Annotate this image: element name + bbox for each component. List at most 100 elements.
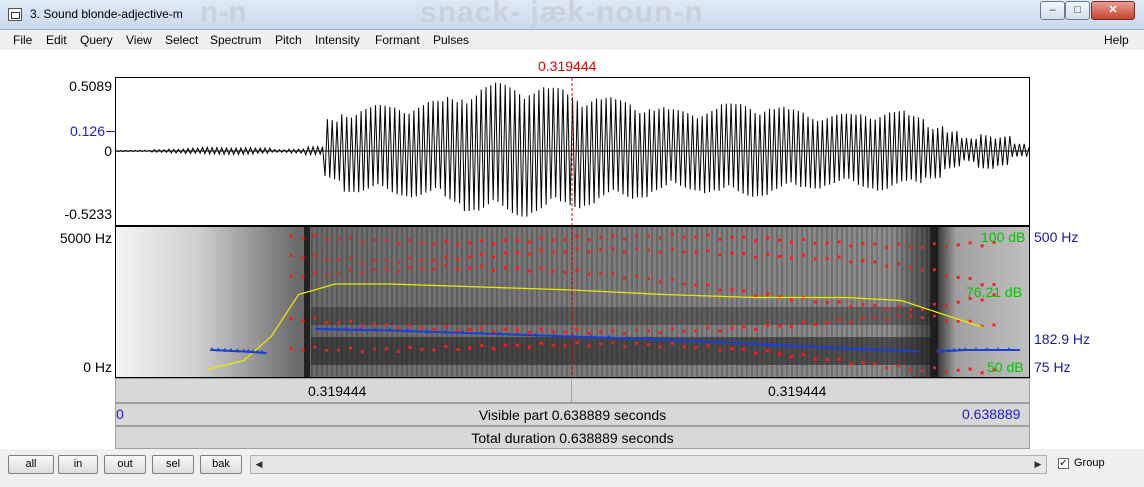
menu-pulses[interactable]: Pulses	[433, 33, 469, 47]
formant-dot	[456, 348, 460, 351]
menu-select[interactable]: Select	[165, 33, 198, 47]
formant-dot	[897, 313, 901, 317]
formant-dot	[289, 317, 293, 320]
spectrogram-low-formant-band	[311, 337, 931, 365]
formant-dot	[503, 251, 507, 255]
scroll-left-arrow-icon[interactable]: ◀	[251, 456, 267, 473]
formant-dot	[444, 255, 448, 259]
formant-dot	[396, 242, 400, 245]
formant-dot	[754, 351, 758, 355]
waveform-plot	[116, 78, 1029, 225]
formant-dot	[766, 323, 770, 327]
formant-dot	[789, 240, 793, 244]
waveform-panel[interactable]	[115, 77, 1030, 226]
waveform-y-max: 0.5089	[69, 78, 112, 94]
formant-dot	[575, 328, 579, 331]
formant-dot	[551, 238, 555, 242]
formant-dot	[587, 344, 591, 348]
formant-dot	[909, 265, 913, 269]
background-window-title: n-n	[200, 0, 247, 29]
formant-dot	[337, 271, 341, 275]
scroll-right-arrow-icon[interactable]: ▶	[1030, 456, 1046, 473]
formant-dot	[432, 258, 436, 262]
visible-part-bar[interactable]: Visible part 0.638889 seconds	[115, 403, 1030, 426]
formant-dot	[301, 236, 305, 240]
formant-dot	[599, 235, 603, 239]
zoom-back-button[interactable]: bak	[200, 455, 242, 474]
menu-help[interactable]: Help	[1104, 33, 1129, 47]
maximize-button[interactable]: □	[1065, 1, 1090, 20]
formant-dot	[456, 267, 460, 271]
total-duration-bar[interactable]: Total duration 0.638889 seconds	[115, 426, 1030, 449]
formant-dot	[956, 275, 960, 279]
formant-dot	[492, 268, 495, 272]
formant-dot	[861, 259, 865, 262]
formant-dot	[349, 268, 352, 272]
formant-dot	[956, 243, 960, 247]
formant-dot	[801, 353, 805, 356]
zoom-out-button[interactable]: out	[104, 455, 146, 474]
formant-dot	[944, 319, 948, 323]
formant-dot	[694, 235, 698, 239]
spectrogram-panel[interactable]	[115, 226, 1030, 378]
formant-dot	[599, 330, 603, 334]
minimize-button[interactable]: –	[1040, 1, 1065, 20]
group-checkbox[interactable]: ✓	[1058, 458, 1069, 469]
formant-dot	[456, 329, 460, 333]
formant-dot	[611, 271, 615, 275]
formant-dot	[837, 357, 841, 361]
formant-dot	[635, 274, 638, 278]
formant-dot	[646, 329, 650, 333]
formant-dot	[289, 234, 293, 238]
formant-dot	[968, 241, 972, 245]
menu-formant[interactable]: Formant	[375, 33, 420, 47]
menu-file[interactable]: File	[13, 33, 32, 47]
menu-spectrum[interactable]: Spectrum	[210, 33, 261, 47]
formant-dot	[861, 303, 865, 307]
formant-dot	[646, 234, 650, 238]
formant-dot	[873, 316, 877, 320]
formant-dot	[646, 277, 650, 280]
formant-dot	[551, 269, 555, 273]
formant-dot	[289, 347, 293, 350]
formant-dot	[778, 254, 781, 258]
selection-bar-left[interactable]: 0.319444	[115, 378, 572, 403]
close-button[interactable]: ✕	[1091, 1, 1135, 20]
formant-dot	[325, 273, 329, 277]
selection-bar-right[interactable]: 0.319444	[571, 378, 1030, 403]
formant-dot	[897, 242, 901, 246]
formant-dot	[444, 264, 448, 268]
formant-dot	[444, 345, 448, 348]
formant-dot	[503, 327, 507, 331]
zoom-in-button[interactable]: in	[58, 455, 98, 474]
formant-dot	[337, 321, 341, 325]
menu-query[interactable]: Query	[80, 33, 113, 47]
formant-dot	[944, 245, 948, 249]
menu-edit[interactable]: Edit	[46, 33, 67, 47]
menu-pitch[interactable]: Pitch	[275, 33, 302, 47]
formant-dot	[921, 369, 924, 373]
formant-dot	[313, 345, 317, 349]
waveform-y-mark: 0.126	[69, 123, 105, 139]
formant-dot	[849, 362, 853, 366]
formant-dot	[885, 264, 889, 268]
formant-dot	[361, 271, 364, 275]
menu-view[interactable]: View	[126, 33, 152, 47]
visible-start-time: 0	[116, 406, 124, 422]
formant-dot	[563, 330, 567, 334]
selection-right-time: 0.319444	[768, 383, 827, 399]
formant-dot	[932, 242, 936, 246]
formant-dot	[515, 238, 519, 242]
zoom-selection-button[interactable]: sel	[152, 455, 194, 474]
formant-dot	[897, 364, 901, 368]
zoom-all-button[interactable]: all	[8, 455, 54, 474]
formant-dot	[694, 329, 698, 333]
formant-dot	[932, 314, 936, 318]
formant-dot	[527, 240, 531, 244]
formant-dot	[932, 366, 936, 370]
formant-dot	[873, 260, 877, 264]
formant-dot	[754, 328, 758, 332]
menu-intensity[interactable]: Intensity	[315, 33, 360, 47]
formant-dot	[956, 368, 960, 372]
horizontal-scrollbar[interactable]: ◀ ▶	[250, 455, 1047, 474]
